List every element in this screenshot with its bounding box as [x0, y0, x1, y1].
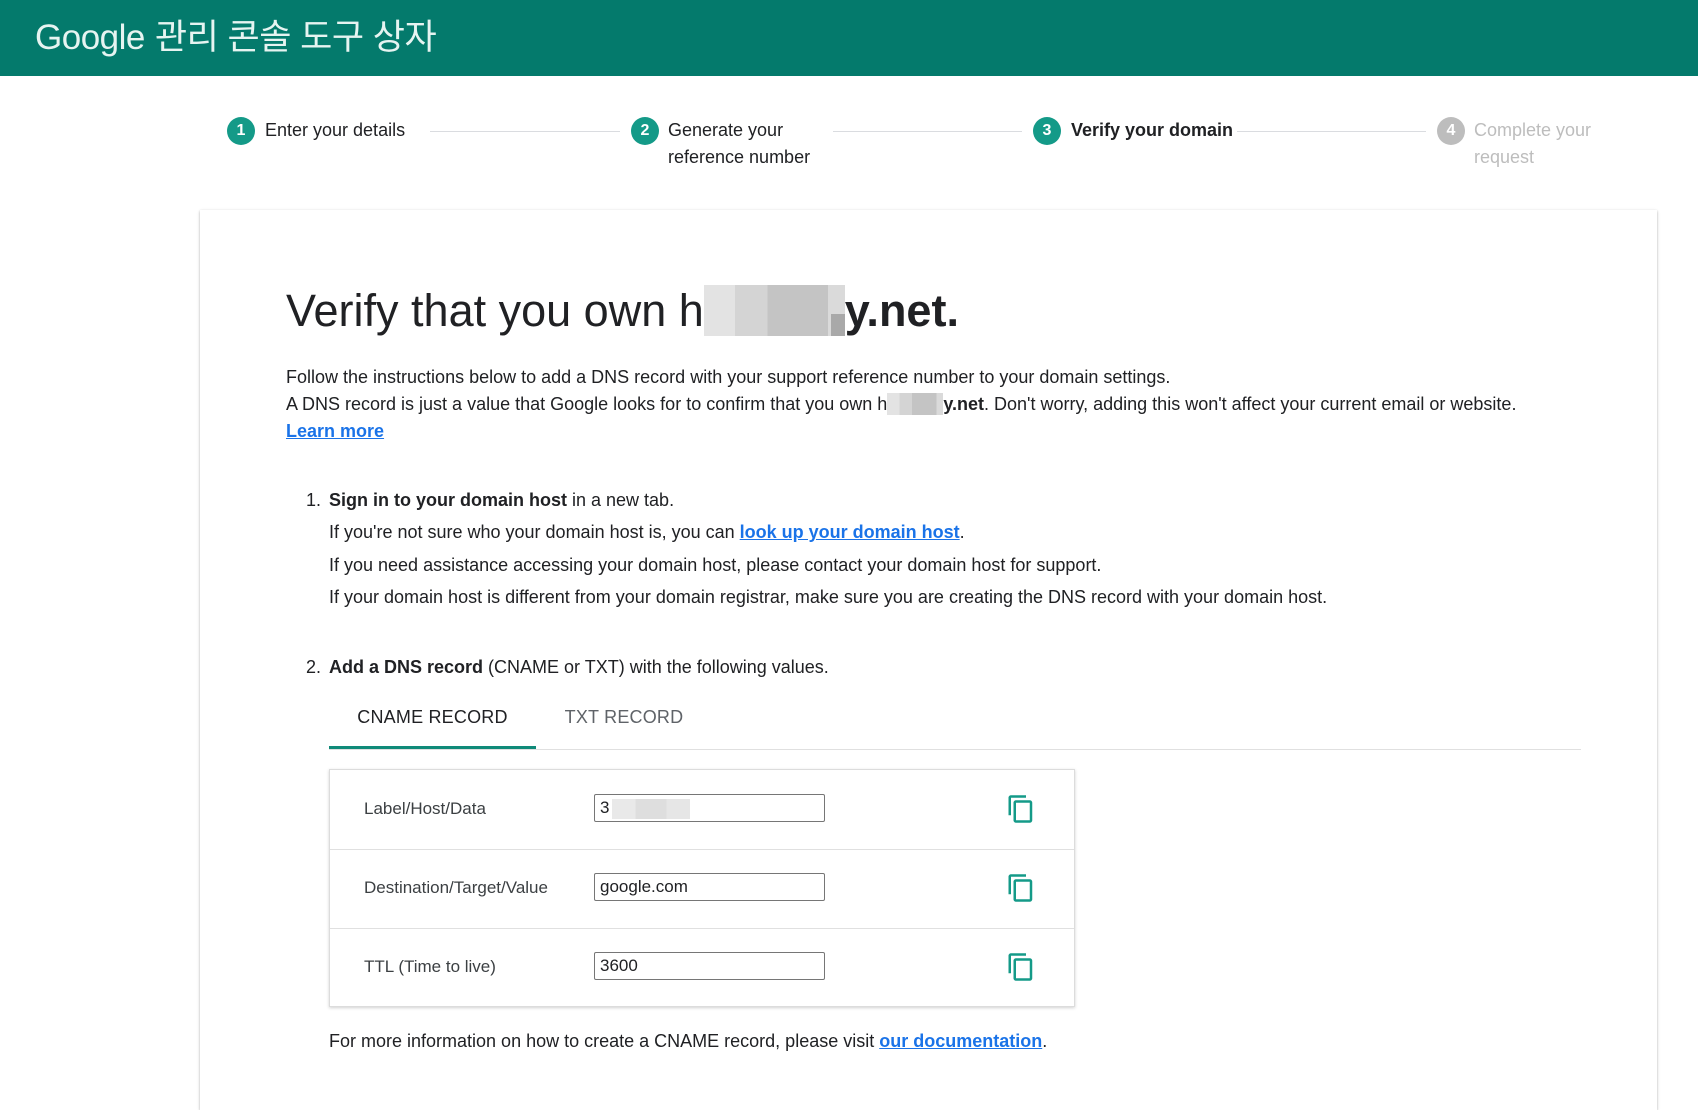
detail-text: .	[959, 522, 965, 542]
record-value-container	[594, 794, 825, 822]
instruction-1-heading: Sign in to your domain host in a new tab…	[329, 485, 674, 515]
redacted-block	[887, 392, 944, 415]
redacted-block	[612, 799, 690, 819]
instruction-2-rest: (CNAME or TXT) with the following values…	[483, 657, 829, 677]
step-4-label: Complete your request	[1474, 120, 1592, 167]
instruction-1-number: 1.	[306, 490, 322, 510]
instruction-2-heading: Add a DNS record (CNAME or TXT) with the…	[329, 652, 829, 682]
record-row-label: Label/Host/Data	[330, 770, 1074, 850]
record-row-ttl: TTL (Time to live)	[330, 928, 1074, 1007]
app-title[interactable]: Google 관리 콘솔 도구 상자	[35, 15, 437, 61]
instruction-1-rest: in a new tab.	[567, 490, 675, 510]
intro-text-2: A DNS record is just a value that Google…	[286, 391, 1516, 418]
google-logo: Google	[35, 18, 145, 57]
step-2-label: Generate your reference number	[668, 120, 811, 167]
destination-target-value-field[interactable]	[594, 873, 825, 901]
page-title: Verify that you own h y.net.	[286, 284, 959, 338]
intro-suffix: . Don't worry, adding this won't affect …	[984, 394, 1517, 414]
copy-label-button[interactable]	[1004, 792, 1038, 826]
step-4-badge: 4	[1437, 117, 1465, 145]
title-prefix: Verify that you own	[286, 285, 679, 336]
instruction-1-bold: Sign in to your domain host	[329, 490, 567, 510]
learn-more-link[interactable]: Learn more	[286, 421, 384, 441]
help-prefix: For more information on how to create a …	[329, 1031, 880, 1051]
redacted-block	[703, 284, 845, 336]
step-1-label: Enter your details	[265, 120, 406, 140]
active-tab-indicator	[329, 746, 536, 749]
tab-txt-record[interactable]: TXT RECORD	[536, 688, 712, 746]
intro-domain-end: y.net	[943, 394, 984, 414]
help-suffix: .	[1042, 1031, 1048, 1051]
intro-domain-start: h	[877, 394, 888, 414]
instruction-2-bold: Add a DNS record	[329, 657, 484, 677]
tab-cname-record[interactable]: CNAME RECORD	[329, 688, 536, 746]
step-2-badge: 2	[631, 117, 659, 145]
title-domain-start: h	[678, 285, 704, 336]
copy-icon	[1008, 795, 1033, 823]
step-connector	[1237, 131, 1426, 132]
intro-prefix: A DNS record is just a value that Google…	[286, 394, 878, 414]
copy-destination-button[interactable]	[1004, 871, 1038, 905]
copy-icon	[1008, 953, 1033, 981]
tab-divider	[329, 749, 1581, 750]
lookup-domain-host-link[interactable]: look up your domain host	[740, 522, 960, 542]
record-value-container	[594, 873, 825, 901]
dns-record-table: Label/Host/Data Destination/Target/Value…	[329, 769, 1075, 1007]
copy-icon	[1008, 874, 1033, 902]
top-app-bar: Google 관리 콘솔 도구 상자	[0, 0, 1698, 76]
step-connector	[430, 131, 620, 132]
learn-more-row: Learn more	[286, 418, 384, 445]
step-3-label: Verify your domain	[1071, 120, 1234, 140]
ttl-field[interactable]	[594, 952, 825, 980]
instruction-1-detail-1: If you're not sure who your domain host …	[329, 517, 965, 547]
instruction-1-detail-2: If you need assistance accessing your do…	[329, 555, 1102, 575]
instruction-1-detail-3: If your domain host is different from yo…	[329, 587, 1328, 607]
step-connector	[833, 131, 1022, 132]
cname-help-text: For more information on how to create a …	[329, 1026, 1047, 1056]
verify-domain-card: Verify that you own h y.net. Follow the i…	[200, 210, 1657, 1110]
detail-text: If you're not sure who your domain host …	[329, 522, 740, 542]
record-row-destination: Destination/Target/Value	[330, 849, 1074, 929]
record-field-label: Label/Host/Data	[364, 799, 486, 818]
copy-ttl-button[interactable]	[1004, 950, 1038, 984]
record-value-container	[594, 952, 825, 980]
title-domain-end: y.net.	[844, 285, 959, 336]
step-1-badge: 1	[227, 117, 255, 145]
intro-text-1: Follow the instructions below to add a D…	[286, 367, 1171, 387]
toolbox-title: 관리 콘솔 도구 상자	[154, 18, 437, 57]
documentation-link[interactable]: our documentation	[879, 1031, 1042, 1051]
step-3-badge: 3	[1033, 117, 1061, 145]
record-field-label: TTL (Time to live)	[364, 957, 496, 976]
record-field-label: Destination/Target/Value	[364, 878, 548, 897]
instruction-2-number: 2.	[306, 657, 322, 677]
